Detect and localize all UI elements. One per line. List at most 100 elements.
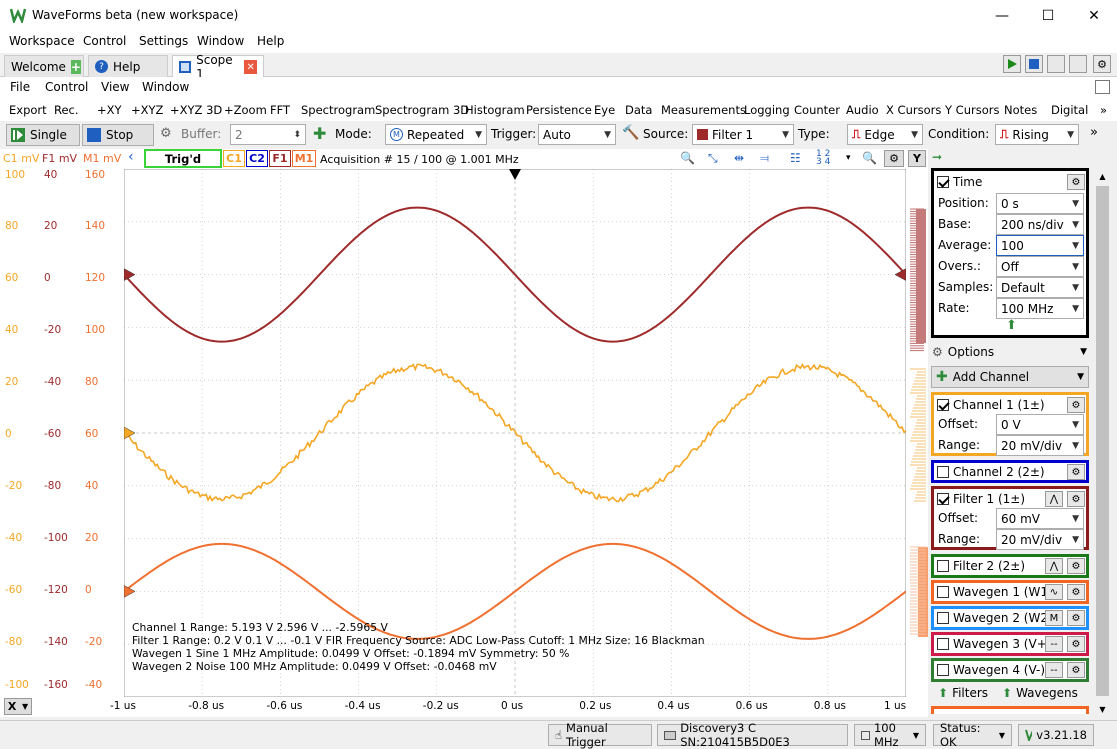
mode-select[interactable]: M Repeated ▼ bbox=[385, 124, 487, 145]
filters-link[interactable]: ⬆ Filters bbox=[938, 686, 988, 700]
menu-settings[interactable]: Settings bbox=[139, 34, 188, 48]
channel2-checkbox[interactable] bbox=[937, 466, 949, 478]
filter1-gear-icon[interactable]: ⚙ bbox=[1067, 491, 1085, 507]
plot-settings-gear-icon[interactable]: ⚙ bbox=[884, 150, 904, 167]
source-select[interactable]: Filter 1 ▼ bbox=[692, 124, 794, 145]
time-row-select[interactable]: Off ▼ bbox=[996, 256, 1084, 277]
menu-scope-control[interactable]: Control bbox=[45, 80, 88, 94]
tab-welcome[interactable]: Welcome + bbox=[4, 55, 84, 77]
options-row[interactable]: ⚙ Options ▼ bbox=[932, 345, 1087, 359]
numbering-icon[interactable]: 1 23 4 bbox=[816, 150, 830, 167]
chevron-down-icon[interactable]: ▾ bbox=[846, 153, 851, 163]
scroll-left-icon[interactable]: ‹ bbox=[128, 149, 134, 165]
panel-row-select[interactable]: 60 mV ▼ bbox=[996, 508, 1084, 529]
cascade-windows-icon[interactable] bbox=[1047, 55, 1065, 73]
buffer-spinner[interactable]: 2 ⬍ bbox=[230, 124, 306, 145]
time-checkbox[interactable] bbox=[937, 176, 949, 188]
tool-logging[interactable]: Logging bbox=[744, 103, 790, 117]
time-gear-icon[interactable]: ⚙ bbox=[1067, 174, 1085, 190]
mini-panel-shape-icon[interactable]: ⋀ bbox=[1045, 558, 1063, 574]
close-button[interactable]: ✕ bbox=[1071, 0, 1117, 31]
x-axis-button[interactable]: X ▼ bbox=[4, 698, 32, 715]
overflow-icon[interactable]: » bbox=[1090, 125, 1098, 140]
condition-select[interactable]: ⎍ Rising ▼ bbox=[995, 124, 1079, 145]
tool-zoom[interactable]: +Zoom bbox=[224, 103, 267, 117]
m1-badge[interactable]: M1 bbox=[292, 150, 316, 167]
mini-panel-checkbox[interactable] bbox=[937, 638, 949, 650]
mini-panel-shape-icon[interactable]: -- bbox=[1045, 636, 1063, 652]
maximize-button[interactable]: ☐ bbox=[1025, 0, 1071, 31]
plus-icon[interactable]: + bbox=[70, 59, 81, 74]
scroll-up-icon[interactable]: ▲ bbox=[1094, 168, 1111, 184]
manual-trigger-button[interactable]: ☝ Manual Trigger bbox=[548, 721, 652, 749]
menu-workspace[interactable]: Workspace bbox=[9, 34, 75, 48]
trigger-select[interactable]: Auto ▼ bbox=[538, 124, 616, 145]
mini-panel-checkbox[interactable] bbox=[937, 612, 949, 624]
tool-measurements[interactable]: Measurements bbox=[661, 103, 746, 117]
run-all-button[interactable] bbox=[1003, 55, 1021, 73]
mini-panel-gear-icon[interactable]: ⚙ bbox=[1067, 584, 1085, 600]
zoom-in-icon[interactable]: 🔍 bbox=[680, 151, 695, 165]
tile-windows-icon[interactable] bbox=[1069, 55, 1087, 73]
mini-panel-gear-icon[interactable]: ⚙ bbox=[1067, 558, 1085, 574]
time-row-select[interactable]: 200 ns/div ▼ bbox=[996, 214, 1084, 235]
time-row-select[interactable]: 0 s ▼ bbox=[996, 193, 1084, 214]
settings-gear-icon[interactable]: ⚙ bbox=[1093, 55, 1111, 73]
add-channel-button[interactable]: ✚ Add Channel ▼ bbox=[931, 366, 1089, 388]
tool-audio[interactable]: Audio bbox=[846, 103, 879, 117]
oscilloscope-plot[interactable] bbox=[124, 169, 906, 697]
tool-notes[interactable]: Notes bbox=[1004, 103, 1037, 117]
time-row-select[interactable]: 100 MHz ▼ bbox=[996, 298, 1084, 319]
panel-row-select[interactable]: 20 mV/div ▼ bbox=[996, 529, 1084, 550]
scrollbar-thumb[interactable] bbox=[1096, 186, 1109, 696]
mini-panel-checkbox[interactable] bbox=[937, 664, 949, 676]
arrow-right-icon[interactable]: ➞ bbox=[932, 150, 942, 164]
tool-y-cursors[interactable]: Y Cursors bbox=[945, 103, 999, 117]
grid-icon[interactable]: ☷ bbox=[790, 151, 801, 165]
tool-overflow[interactable]: » bbox=[1100, 103, 1107, 117]
type-select[interactable]: ⎍ Edge ▼ bbox=[847, 124, 923, 145]
buffer-settings-icon[interactable]: ⚙ bbox=[160, 126, 172, 141]
mini-panel-shape-icon[interactable]: ∿ bbox=[1045, 584, 1063, 600]
scroll-down-icon[interactable]: ▼ bbox=[1094, 701, 1111, 717]
time-row-select[interactable]: 100 ▼ bbox=[996, 235, 1084, 256]
minimize-button[interactable]: — bbox=[979, 0, 1025, 31]
panel-scrollbar[interactable]: ▲ ▼ bbox=[1094, 168, 1111, 717]
panel-row-select[interactable]: 0 V ▼ bbox=[996, 414, 1084, 435]
wavegens-link[interactable]: ⬆ Wavegens bbox=[1002, 686, 1078, 700]
mini-panel-shape-icon[interactable]: -- bbox=[1045, 662, 1063, 678]
tool-rec[interactable]: Rec. bbox=[54, 103, 79, 117]
menu-help[interactable]: Help bbox=[257, 34, 284, 48]
mini-panel-gear-icon[interactable]: ⚙ bbox=[1067, 610, 1085, 626]
menu-window[interactable]: Window bbox=[197, 34, 244, 48]
tool-counter[interactable]: Counter bbox=[794, 103, 840, 117]
tool-digital[interactable]: Digital bbox=[1051, 103, 1088, 117]
tab-close-icon[interactable]: ✕ bbox=[244, 60, 257, 74]
mini-panel-checkbox[interactable] bbox=[937, 560, 949, 572]
zoom-out-icon[interactable]: 🔍 bbox=[862, 151, 877, 165]
fit-horizontal-icon[interactable]: ⇹ bbox=[734, 151, 744, 165]
mini-panel-gear-icon[interactable]: ⚙ bbox=[1067, 662, 1085, 678]
version-button[interactable]: v3.21.18 bbox=[1018, 724, 1094, 746]
mini-panel-checkbox[interactable] bbox=[937, 586, 949, 598]
cursor-icon[interactable]: ⤡ bbox=[708, 151, 718, 166]
tool-x-cursors[interactable]: X Cursors bbox=[886, 103, 941, 117]
tool-eye[interactable]: Eye bbox=[594, 103, 615, 117]
tool-xyz-3d[interactable]: +XYZ 3D bbox=[170, 103, 222, 117]
align-icon[interactable]: ⫤ bbox=[760, 151, 769, 166]
c2-badge[interactable]: C2 bbox=[246, 150, 268, 167]
f1-badge[interactable]: F1 bbox=[269, 150, 291, 167]
channel2-gear-icon[interactable]: ⚙ bbox=[1067, 464, 1085, 480]
filter1-checkbox[interactable] bbox=[937, 493, 949, 505]
up-arrow-icon[interactable]: ⬆ bbox=[1006, 318, 1017, 333]
status-button[interactable]: Status: OK ▼ bbox=[933, 721, 1012, 749]
y-axis-button[interactable]: Y bbox=[908, 150, 926, 167]
clock-button[interactable]: 100 MHz ▼ bbox=[854, 721, 926, 749]
tab-help[interactable]: ? Help bbox=[88, 55, 168, 77]
c1-badge[interactable]: C1 bbox=[223, 150, 245, 167]
tool-histogram[interactable]: Histogram bbox=[465, 103, 525, 117]
tool-xyz[interactable]: +XYZ bbox=[131, 103, 163, 117]
channel1-checkbox[interactable] bbox=[937, 399, 949, 411]
tool-data[interactable]: Data bbox=[625, 103, 652, 117]
menu-control[interactable]: Control bbox=[83, 34, 126, 48]
